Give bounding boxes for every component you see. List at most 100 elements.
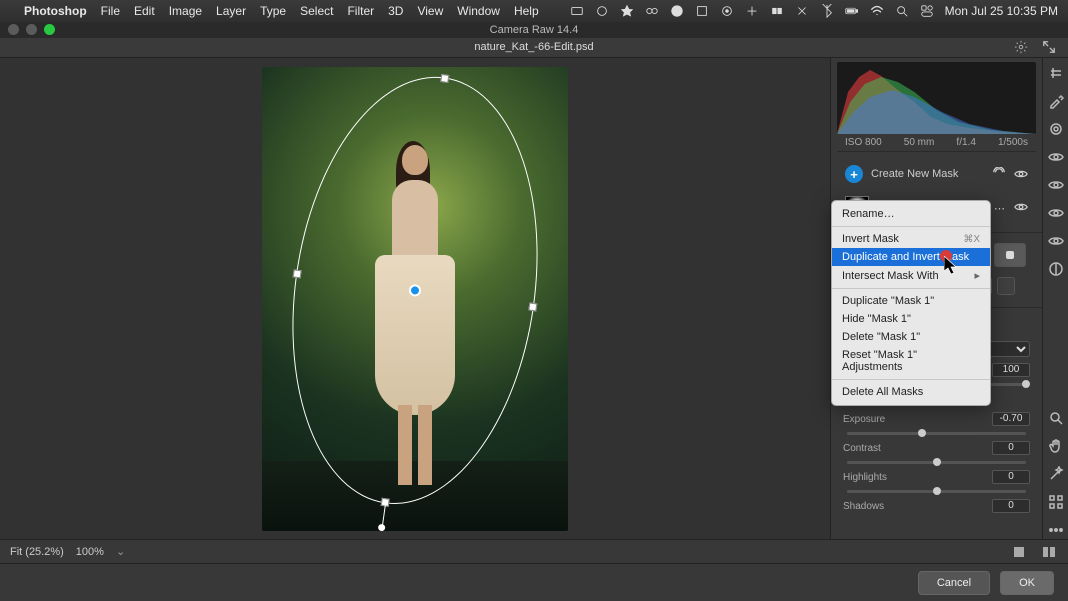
wifi-icon[interactable] (870, 4, 885, 19)
contrast-label: Contrast (843, 443, 893, 454)
mask-options-icon[interactable] (992, 167, 1006, 181)
ctx-reset-mask[interactable]: Reset "Mask 1" Adjustments (832, 346, 990, 376)
action-bar: Cancel OK (0, 563, 1068, 601)
ctx-delete-mask[interactable]: Delete "Mask 1" (832, 328, 990, 346)
highlights-slider[interactable] (847, 490, 1026, 493)
menu-type[interactable]: Type (260, 4, 286, 18)
exposure-slider[interactable] (847, 432, 1026, 435)
create-mask-label: Create New Mask (871, 168, 958, 180)
fullscreen-icon[interactable] (1042, 40, 1056, 57)
traffic-maximize[interactable] (44, 24, 55, 35)
ctx-invert-mask[interactable]: Invert Mask⌘X (832, 230, 990, 248)
rail-eye-icon[interactable] (1047, 148, 1065, 166)
zoom-bar: Fit (25.2%) 100% ⌄ (0, 539, 1068, 563)
zoom-fit-label[interactable]: Fit (25.2%) (10, 546, 64, 558)
document-filename: nature_Kat_-66-Edit.psd (474, 41, 593, 53)
status-icon-1[interactable] (570, 4, 585, 19)
ok-button[interactable]: OK (1000, 571, 1054, 595)
status-icon-4[interactable] (670, 4, 685, 19)
traffic-close[interactable] (8, 24, 19, 35)
chip-7[interactable] (997, 277, 1015, 295)
menu-filter[interactable]: Filter (347, 4, 374, 18)
zoom-percent-label[interactable]: 100% (76, 546, 104, 558)
shadows-label: Shadows (843, 501, 893, 512)
canvas-area[interactable] (0, 58, 830, 539)
control-center-icon[interactable] (920, 4, 935, 19)
menu-window[interactable]: Window (457, 4, 500, 18)
rail-adjust-icon[interactable] (1047, 260, 1065, 278)
mask-tool-5[interactable] (994, 243, 1026, 267)
menu-edit[interactable]: Edit (134, 4, 155, 18)
battery-icon[interactable] (845, 4, 860, 19)
menu-3d[interactable]: 3D (388, 4, 403, 18)
window-title-text: Camera Raw 14.4 (490, 24, 579, 36)
menu-select[interactable]: Select (300, 4, 333, 18)
highlights-label: Highlights (843, 472, 893, 483)
menu-image[interactable]: Image (169, 4, 202, 18)
status-icon-cc[interactable] (645, 4, 660, 19)
status-icon-8[interactable] (770, 4, 785, 19)
search-icon[interactable] (895, 4, 910, 19)
status-icon-9[interactable] (795, 4, 810, 19)
cancel-button[interactable]: Cancel (918, 571, 990, 595)
menu-layer[interactable]: Layer (216, 4, 246, 18)
menu-help[interactable]: Help (514, 4, 539, 18)
bluetooth-icon[interactable] (820, 4, 835, 19)
tool-rail (1042, 58, 1068, 539)
shadows-value[interactable]: 0 (992, 499, 1030, 513)
menubar-datetime[interactable]: Mon Jul 25 10:35 PM (945, 4, 1058, 18)
rail-wand-icon[interactable] (1047, 465, 1065, 483)
traffic-minimize[interactable] (26, 24, 37, 35)
ctx-delete-all[interactable]: Delete All Masks (832, 383, 990, 401)
status-icon-6[interactable] (720, 4, 735, 19)
mask-visibility-icon[interactable] (1014, 167, 1028, 181)
status-icon-7[interactable] (745, 4, 760, 19)
exif-shutter: 1/500s (998, 137, 1028, 148)
exif-bar: ISO 800 50 mm f/1.4 1/500s (837, 134, 1036, 152)
histogram[interactable] (837, 62, 1036, 134)
exif-iso: ISO 800 (845, 137, 882, 148)
menu-file[interactable]: File (101, 4, 120, 18)
rail-edit-icon[interactable] (1047, 64, 1065, 82)
rail-eye3-icon[interactable] (1047, 204, 1065, 222)
exposure-value[interactable]: -0.70 (992, 412, 1030, 426)
amount-value[interactable]: 100 (992, 363, 1030, 377)
rail-eye4-icon[interactable] (1047, 232, 1065, 250)
status-icon-5[interactable] (695, 4, 710, 19)
app-menu-photoshop[interactable]: Photoshop (24, 4, 87, 18)
mask-item-visibility-icon[interactable] (1014, 200, 1028, 217)
status-icon-3[interactable] (620, 4, 635, 19)
rail-eye2-icon[interactable] (1047, 176, 1065, 194)
ctx-intersect[interactable]: Intersect Mask With▸ (832, 266, 990, 285)
mask-item-menu-icon[interactable]: ⋯ (994, 202, 1006, 215)
exif-aperture: f/1.4 (956, 137, 975, 148)
rail-grid-icon[interactable] (1047, 493, 1065, 511)
photo-preview (262, 67, 568, 531)
document-bar: nature_Kat_-66-Edit.psd (0, 38, 1068, 58)
rail-eyedropper-icon[interactable] (1047, 92, 1065, 110)
ctx-hide-mask[interactable]: Hide "Mask 1" (832, 310, 990, 328)
rail-target-icon[interactable] (1047, 120, 1065, 138)
window-titlebar: Camera Raw 14.4 (0, 22, 1068, 38)
exif-focal: 50 mm (904, 137, 935, 148)
create-mask-button[interactable]: + (845, 165, 863, 183)
window-traffic-lights (8, 24, 55, 35)
ctx-duplicate-mask[interactable]: Duplicate "Mask 1" (832, 292, 990, 310)
macos-menubar: Photoshop File Edit Image Layer Type Sel… (0, 0, 1068, 22)
ctx-duplicate-invert[interactable]: Duplicate and Invert Mask (832, 248, 990, 266)
status-icon-2[interactable] (595, 4, 610, 19)
contrast-slider[interactable] (847, 461, 1026, 464)
highlights-value[interactable]: 0 (992, 470, 1030, 484)
view-single-icon[interactable] (1010, 543, 1028, 561)
rail-more-icon[interactable] (1047, 521, 1065, 539)
zoom-dropdown-icon[interactable]: ⌄ (116, 545, 125, 558)
mask-context-menu: Rename… Invert Mask⌘X Duplicate and Inve… (831, 200, 991, 406)
contrast-value[interactable]: 0 (992, 441, 1030, 455)
settings-gear-icon[interactable] (1014, 40, 1028, 57)
rail-hand-icon[interactable] (1047, 437, 1065, 455)
rail-zoom-icon[interactable] (1047, 409, 1065, 427)
ctx-rename[interactable]: Rename… (832, 205, 990, 223)
exposure-label: Exposure (843, 414, 893, 425)
menu-view[interactable]: View (417, 4, 443, 18)
view-compare-icon[interactable] (1040, 543, 1058, 561)
